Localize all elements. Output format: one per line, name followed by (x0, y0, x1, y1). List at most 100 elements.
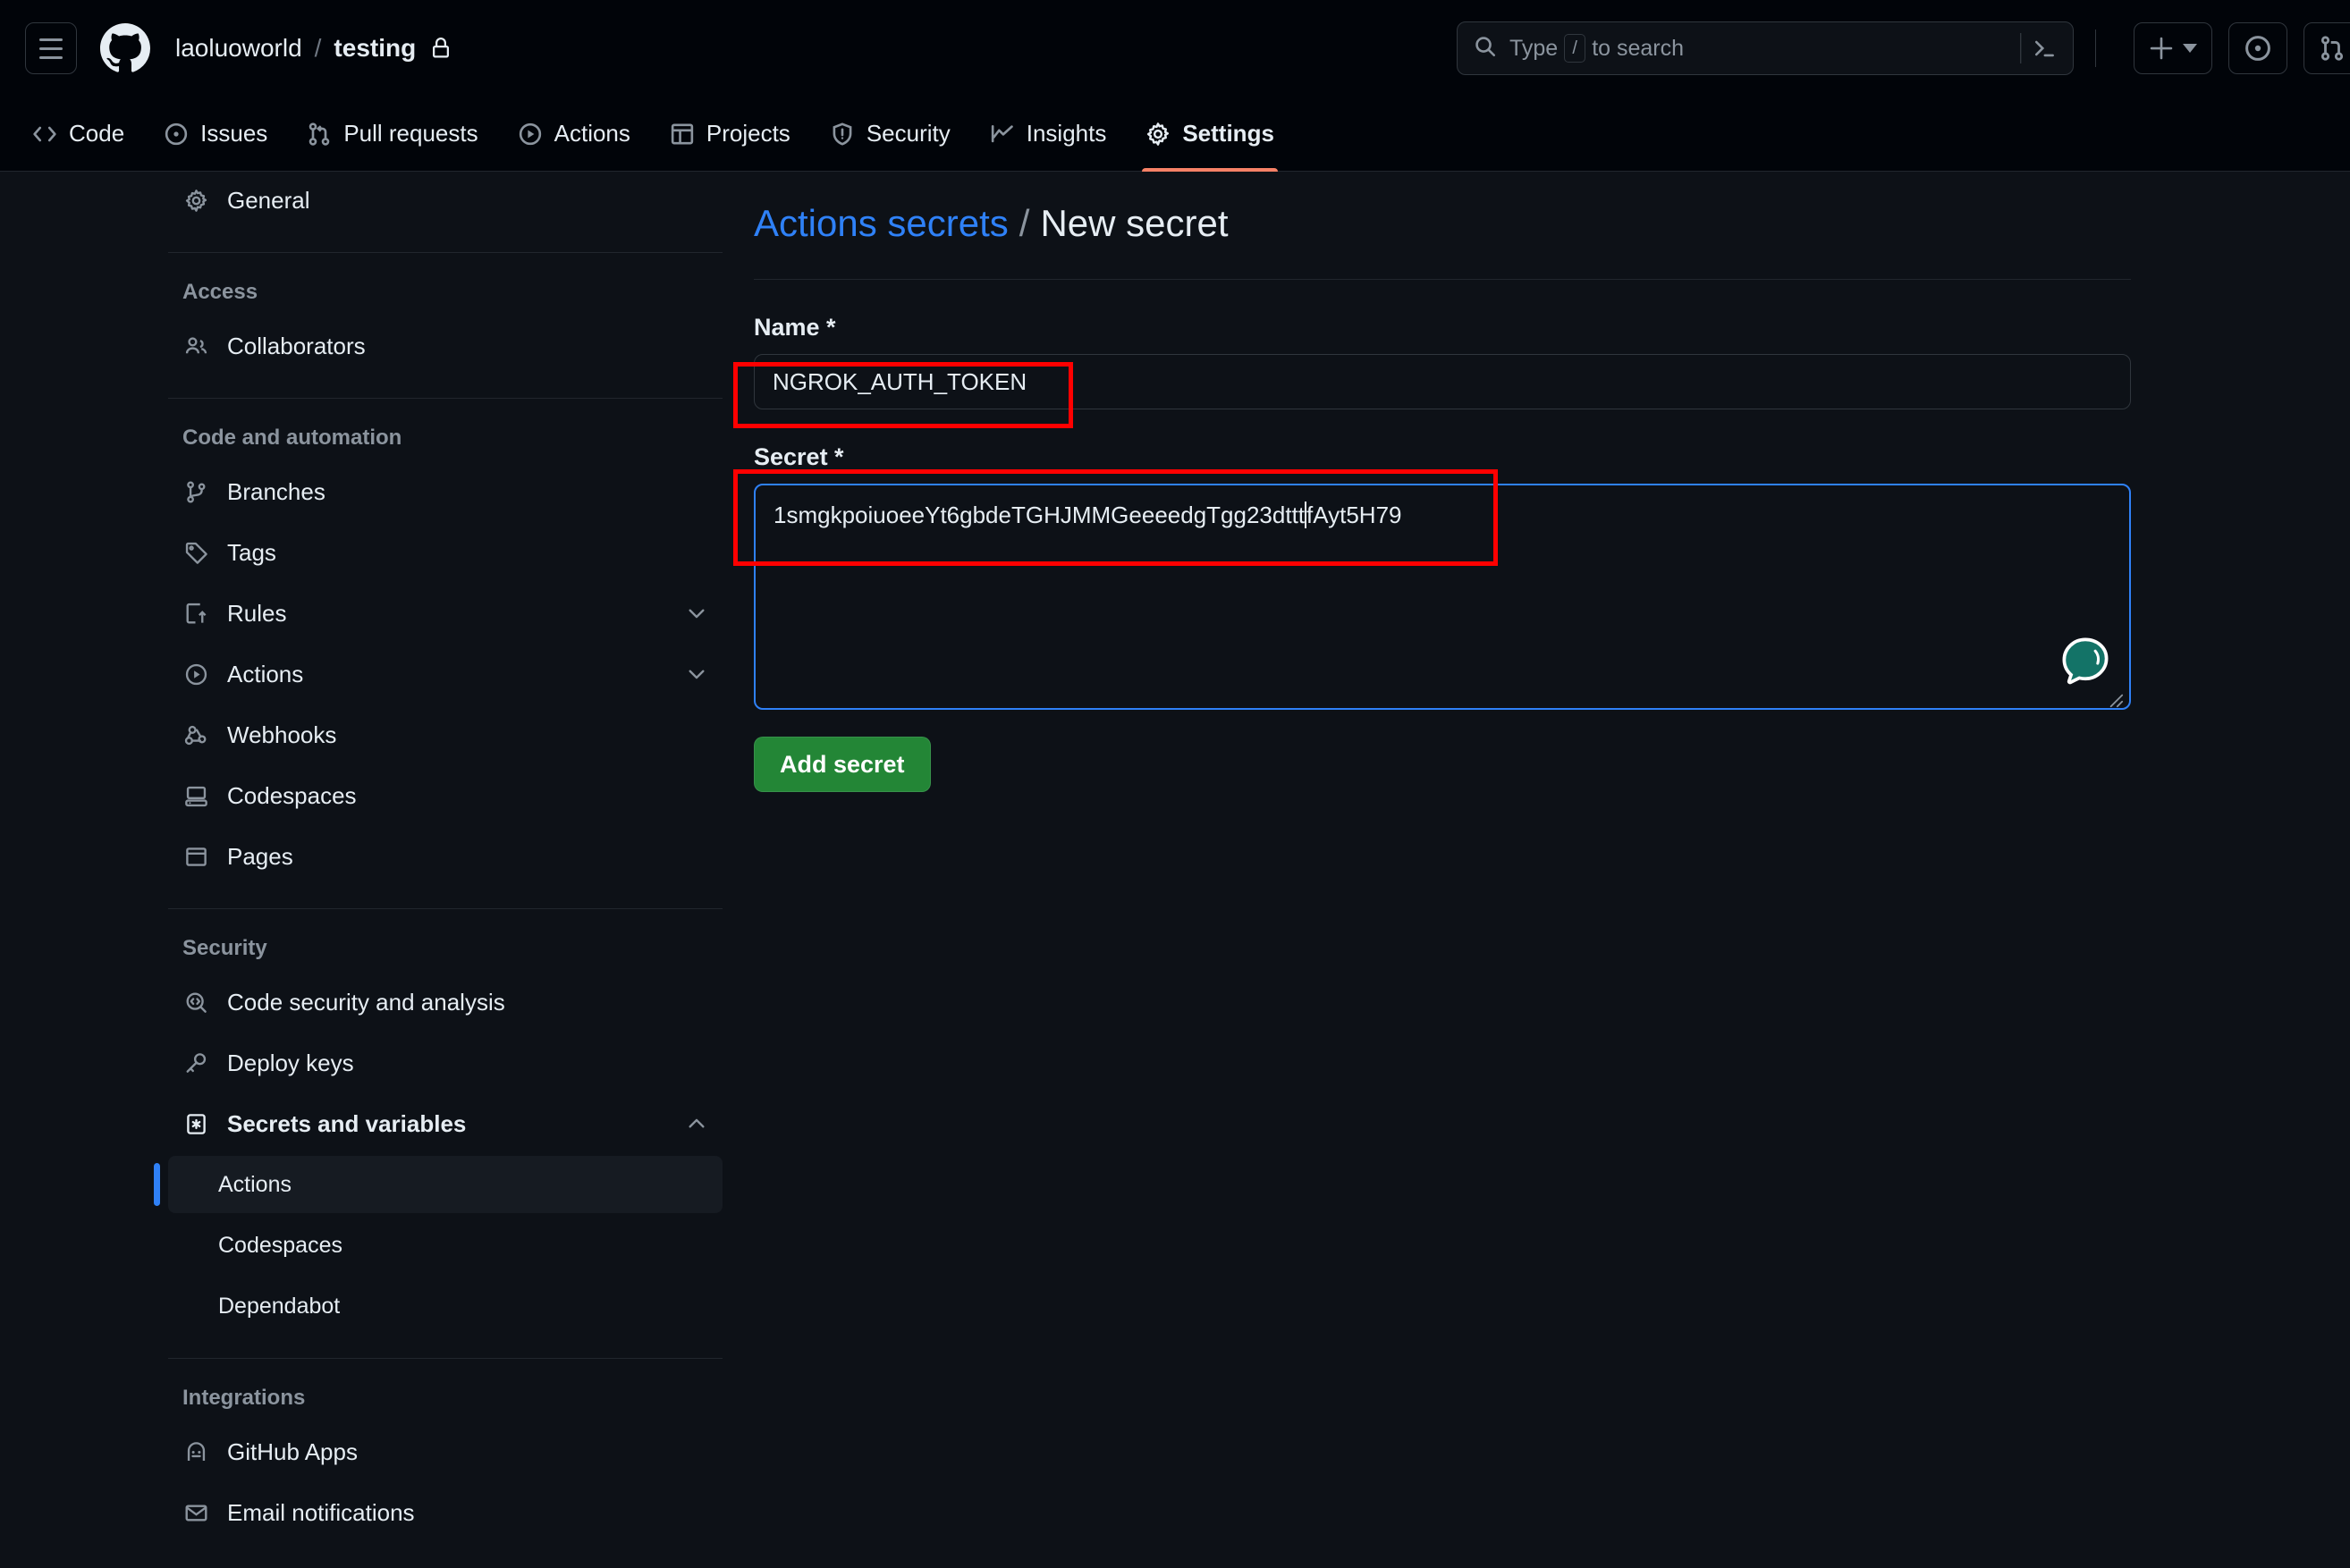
global-header: laoluoworld / testing Type / to search (0, 0, 2350, 97)
sidebar-item-rules[interactable]: Rules (168, 585, 723, 642)
lock-icon (430, 38, 452, 59)
name-field-label: Name * (754, 314, 836, 341)
secret-name-value: NGROK_AUTH_TOKEN (773, 367, 1027, 395)
sidebar-divider (168, 252, 723, 253)
slash-key-hint: / (1564, 34, 1586, 63)
hamburger-menu-button[interactable] (25, 22, 77, 74)
chevron-down-icon (2183, 44, 2197, 53)
tag-icon (182, 541, 209, 565)
sidebar-item-pages[interactable]: Pages (168, 828, 723, 885)
sidebar-subitem-label: Dependabot (218, 1293, 341, 1319)
tab-pull-requests[interactable]: Pull requests (287, 97, 497, 172)
sidebar-item-actions[interactable]: Actions (168, 645, 723, 703)
sidebar-item-webhooks[interactable]: Webhooks (168, 706, 723, 763)
secret-value-textarea[interactable]: 1smgkpoiuoeeYt6gbdeTGHJMMGeeeedgTgg23dtt… (754, 484, 2131, 710)
chat-bubble-icon[interactable] (2061, 636, 2109, 685)
code-scan-icon (182, 991, 209, 1015)
webhook-icon (182, 723, 209, 747)
gear-icon (1147, 122, 1170, 146)
sidebar-item-codespaces[interactable]: Codespaces (168, 767, 723, 824)
main-content: Actions secrets / New secret Name * NGRO… (754, 172, 2131, 792)
issue-opened-icon (165, 122, 188, 145)
tab-projects[interactable]: Projects (650, 97, 810, 172)
sidebar-item-label: Collaborators (227, 332, 366, 359)
breadcrumb-actions-secrets-link[interactable]: Actions secrets (754, 202, 1009, 245)
rules-icon (182, 602, 209, 626)
table-icon (671, 123, 694, 144)
issue-opened-icon (2245, 36, 2270, 61)
add-secret-button[interactable]: Add secret (754, 737, 931, 792)
secret-value-before-caret: 1smgkpoiuoeeYt6gbdeTGHJMMGeeeedgTgg23dtt… (773, 502, 1306, 528)
sidebar-divider (168, 398, 723, 399)
repository-nav: Code Issues Pull requests Actions Projec… (0, 97, 2350, 172)
mail-icon (182, 1501, 209, 1525)
sidebar-item-secrets-and-variables[interactable]: Secrets and variables (168, 1095, 723, 1152)
breadcrumb-owner[interactable]: laoluoworld (175, 34, 302, 63)
secret-name-input[interactable]: NGROK_AUTH_TOKEN (754, 354, 2131, 409)
chevron-up-icon[interactable] (685, 1112, 708, 1135)
sidebar-subitem-dependabot[interactable]: Dependabot (168, 1277, 723, 1335)
shield-icon (833, 122, 852, 146)
tab-label: Actions (554, 120, 630, 147)
asterisk-key-icon (182, 1112, 209, 1136)
sidebar-item-label: Code security and analysis (227, 988, 505, 1016)
tab-label: Insights (1026, 120, 1107, 147)
breadcrumb-separator: / (1019, 202, 1030, 244)
tab-code[interactable]: Code (13, 97, 144, 172)
github-app-icon (182, 1440, 209, 1464)
terminal-icon[interactable] (2017, 33, 2057, 63)
hamburger-icon-bar (39, 55, 63, 59)
plus-icon (2150, 37, 2173, 60)
tab-actions[interactable]: Actions (498, 97, 650, 172)
sidebar-item-label: Branches (227, 477, 325, 505)
header-divider (2095, 30, 2096, 67)
code-icon (33, 126, 56, 141)
settings-sidebar: General Access Collaborators Code and au… (154, 172, 723, 1545)
page-title: Actions secrets / New secret (754, 172, 2131, 245)
git-pull-request-icon (309, 122, 330, 146)
sidebar-item-branches[interactable]: Branches (168, 463, 723, 520)
sidebar-item-label: Pages (227, 842, 293, 870)
sidebar-group-access: Access (182, 280, 258, 304)
breadcrumb-separator: / (314, 34, 322, 62)
tab-issues[interactable]: Issues (144, 97, 287, 172)
git-branch-icon (182, 480, 209, 504)
browser-icon (182, 845, 209, 869)
sidebar-item-collaborators[interactable]: Collaborators (168, 317, 723, 375)
sidebar-item-label: Webhooks (227, 721, 337, 748)
sidebar-item-email-notifications[interactable]: Email notifications (168, 1484, 723, 1541)
tab-label: Security (866, 120, 951, 147)
search-icon (1474, 35, 1497, 63)
issues-button[interactable] (2228, 22, 2287, 74)
tab-label: Settings (1182, 120, 1274, 147)
sidebar-item-label: GitHub Apps (227, 1437, 358, 1465)
sidebar-item-code-security[interactable]: Code security and analysis (168, 974, 723, 1031)
sidebar-item-tags[interactable]: Tags (168, 524, 723, 581)
sidebar-item-general[interactable]: General (168, 172, 723, 229)
pull-request-icon (2320, 36, 2344, 61)
sidebar-subitem-codespaces[interactable]: Codespaces (168, 1217, 723, 1274)
tab-insights[interactable]: Insights (970, 97, 1127, 172)
pull-requests-button[interactable] (2304, 22, 2350, 74)
search-input[interactable]: Type / to search (1457, 21, 2074, 75)
sidebar-subitem-actions[interactable]: Actions (154, 1156, 723, 1213)
resize-grip-icon[interactable] (2108, 687, 2124, 708)
search-placeholder-suffix: to search (1592, 35, 1685, 61)
breadcrumb-repo[interactable]: testing (334, 34, 416, 63)
github-logo-icon[interactable] (100, 23, 150, 73)
sidebar-item-github-apps[interactable]: GitHub Apps (168, 1423, 723, 1480)
chevron-down-icon[interactable] (685, 662, 708, 686)
page-body: General Access Collaborators Code and au… (0, 172, 2350, 1568)
sidebar-item-label: Tags (227, 538, 276, 566)
title-divider (754, 279, 2131, 280)
sidebar-group-code-automation: Code and automation (182, 426, 402, 450)
tab-security[interactable]: Security (810, 97, 970, 172)
play-icon (519, 122, 541, 145)
create-new-button[interactable] (2134, 22, 2212, 74)
key-icon (182, 1051, 209, 1075)
sidebar-item-deploy-keys[interactable]: Deploy keys (168, 1034, 723, 1092)
tab-settings[interactable]: Settings (1126, 97, 1294, 172)
chevron-down-icon[interactable] (685, 602, 708, 625)
search-placeholder-prefix: Type (1509, 35, 1559, 61)
tab-label: Pull requests (343, 120, 478, 147)
